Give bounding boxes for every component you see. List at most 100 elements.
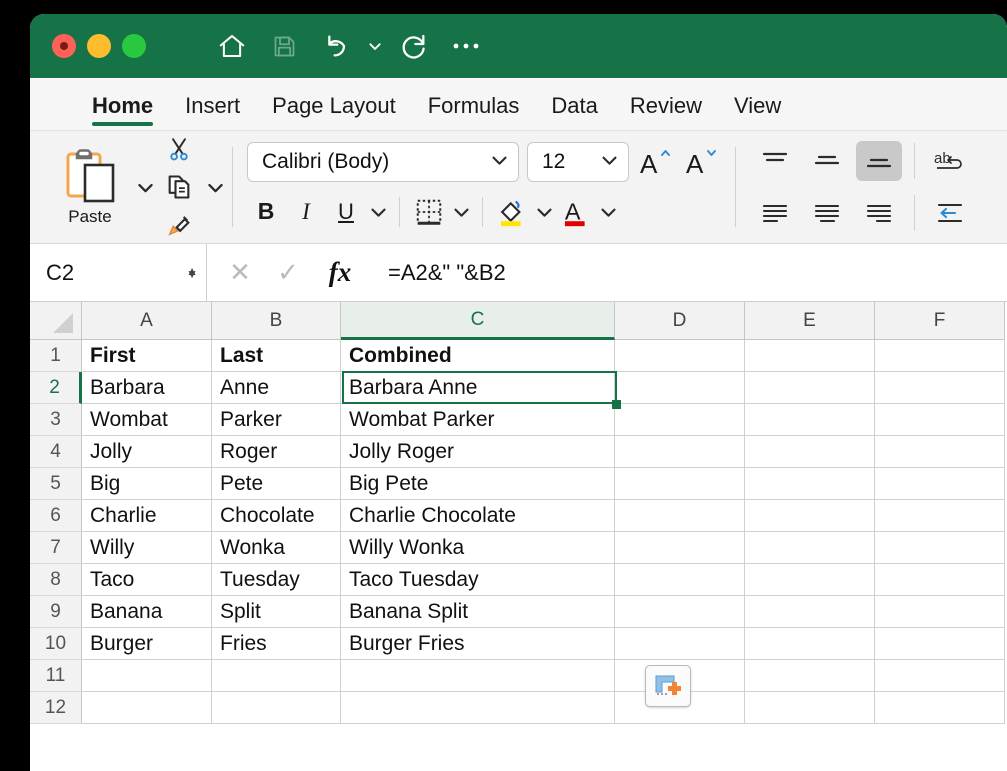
cell-E2[interactable]	[745, 372, 875, 404]
cell-B2[interactable]: Anne	[212, 372, 341, 404]
cell-C5[interactable]: Big Pete	[341, 468, 615, 500]
cell-B4[interactable]: Roger	[212, 436, 341, 468]
cell-A12[interactable]	[82, 692, 212, 724]
select-all-button[interactable]	[30, 302, 82, 340]
row-header-4[interactable]: 4	[30, 436, 82, 468]
minimize-window-button[interactable]	[87, 34, 111, 58]
cell-E3[interactable]	[745, 404, 875, 436]
cell-E7[interactable]	[745, 532, 875, 564]
cell-B6[interactable]: Chocolate	[212, 500, 341, 532]
italic-button[interactable]: I	[287, 194, 325, 230]
row-header-12[interactable]: 12	[30, 692, 82, 724]
cell-C6[interactable]: Charlie Chocolate	[341, 500, 615, 532]
cell-A2[interactable]: Barbara	[82, 372, 212, 404]
copy-icon[interactable]	[160, 169, 198, 205]
align-left-button[interactable]	[752, 193, 798, 233]
cancel-formula-icon[interactable]: ✕	[217, 250, 263, 296]
column-header-b[interactable]: B	[212, 302, 341, 340]
cell-C9[interactable]: Banana Split	[341, 596, 615, 628]
cell-F5[interactable]	[875, 468, 1005, 500]
row-header-2[interactable]: 2	[30, 372, 82, 404]
cell-E5[interactable]	[745, 468, 875, 500]
middle-align-button[interactable]	[804, 141, 850, 181]
maximize-window-button[interactable]	[122, 34, 146, 58]
redo-icon[interactable]	[388, 23, 440, 69]
cell-F2[interactable]	[875, 372, 1005, 404]
cell-F7[interactable]	[875, 532, 1005, 564]
bold-button[interactable]: B	[247, 194, 285, 230]
fill-color-icon[interactable]	[493, 194, 531, 230]
cell-D5[interactable]	[615, 468, 745, 500]
paste-dropdown-icon[interactable]	[134, 169, 156, 205]
cell-A4[interactable]: Jolly	[82, 436, 212, 468]
insert-function-icon[interactable]: fx	[313, 250, 367, 296]
fill-color-dropdown-icon[interactable]	[533, 194, 555, 230]
tab-formulas[interactable]: Formulas	[412, 93, 536, 130]
font-size-select[interactable]: 12	[527, 141, 629, 182]
align-center-button[interactable]	[804, 193, 850, 233]
column-header-e[interactable]: E	[745, 302, 875, 340]
undo-dropdown-icon[interactable]	[362, 23, 388, 69]
cell-C2[interactable]: Barbara Anne	[341, 372, 615, 404]
cell-F9[interactable]	[875, 596, 1005, 628]
save-icon[interactable]	[258, 23, 310, 69]
cell-F12[interactable]	[875, 692, 1005, 724]
cell-B1[interactable]: Last	[212, 340, 341, 372]
row-header-6[interactable]: 6	[30, 500, 82, 532]
cell-B7[interactable]: Wonka	[212, 532, 341, 564]
cell-A8[interactable]: Taco	[82, 564, 212, 596]
cell-C1[interactable]: Combined	[341, 340, 615, 372]
cell-E1[interactable]	[745, 340, 875, 372]
cell-F8[interactable]	[875, 564, 1005, 596]
cell-A3[interactable]: Wombat	[82, 404, 212, 436]
cell-F10[interactable]	[875, 628, 1005, 660]
home-icon[interactable]	[206, 23, 258, 69]
cell-D6[interactable]	[615, 500, 745, 532]
tab-home[interactable]: Home	[76, 93, 169, 130]
underline-button[interactable]: U	[327, 194, 365, 230]
cell-D3[interactable]	[615, 404, 745, 436]
cell-D10[interactable]	[615, 628, 745, 660]
cell-A5[interactable]: Big	[82, 468, 212, 500]
cell-E9[interactable]	[745, 596, 875, 628]
cell-F11[interactable]	[875, 660, 1005, 692]
row-header-5[interactable]: 5	[30, 468, 82, 500]
decrease-font-size-icon[interactable]: A	[683, 144, 721, 180]
cell-F3[interactable]	[875, 404, 1005, 436]
tab-insert[interactable]: Insert	[169, 93, 256, 130]
cell-D1[interactable]	[615, 340, 745, 372]
cell-E12[interactable]	[745, 692, 875, 724]
tab-page-layout[interactable]: Page Layout	[256, 93, 412, 130]
cell-A6[interactable]: Charlie	[82, 500, 212, 532]
column-header-a[interactable]: A	[82, 302, 212, 340]
cell-C4[interactable]: Jolly Roger	[341, 436, 615, 468]
cell-A11[interactable]	[82, 660, 212, 692]
cell-F6[interactable]	[875, 500, 1005, 532]
wrap-text-icon[interactable]: ab	[927, 141, 973, 181]
column-header-c[interactable]: C	[341, 302, 615, 340]
cell-D8[interactable]	[615, 564, 745, 596]
cell-A7[interactable]: Willy	[82, 532, 212, 564]
font-family-select[interactable]: Calibri (Body)	[247, 141, 519, 182]
top-align-button[interactable]	[752, 141, 798, 181]
column-header-f[interactable]: F	[875, 302, 1005, 340]
cell-B12[interactable]	[212, 692, 341, 724]
cell-A9[interactable]: Banana	[82, 596, 212, 628]
cell-B11[interactable]	[212, 660, 341, 692]
increase-font-size-icon[interactable]: A	[637, 144, 675, 180]
format-painter-icon[interactable]	[160, 207, 198, 243]
more-options-icon[interactable]	[440, 23, 492, 69]
cell-E8[interactable]	[745, 564, 875, 596]
name-box-spinner[interactable]: ▲ ▼	[186, 265, 198, 280]
cell-A1[interactable]: First	[82, 340, 212, 372]
cell-D7[interactable]	[615, 532, 745, 564]
cell-D9[interactable]	[615, 596, 745, 628]
cell-C7[interactable]: Willy Wonka	[341, 532, 615, 564]
column-header-d[interactable]: D	[615, 302, 745, 340]
paste-button[interactable]: Paste	[46, 148, 134, 227]
font-color-icon[interactable]: A	[557, 194, 595, 230]
bottom-align-button[interactable]	[856, 141, 902, 181]
cell-B5[interactable]: Pete	[212, 468, 341, 500]
cell-C11[interactable]	[341, 660, 615, 692]
row-header-1[interactable]: 1	[30, 340, 82, 372]
